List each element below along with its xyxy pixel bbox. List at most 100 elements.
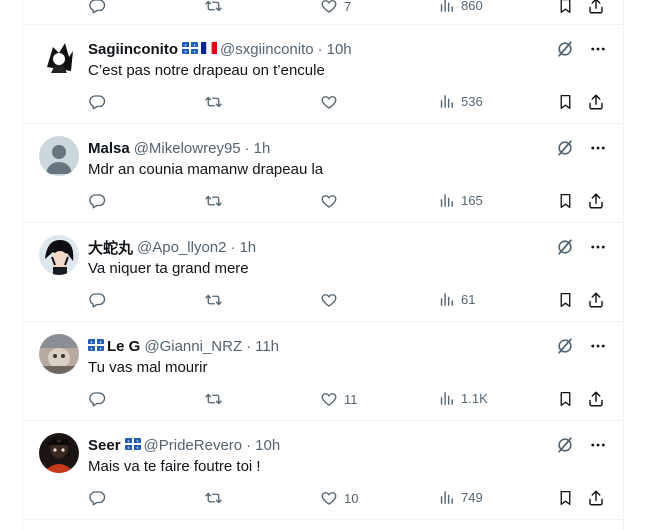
grok-icon[interactable] bbox=[555, 336, 575, 361]
display-name[interactable]: Le G bbox=[107, 338, 140, 355]
like-icon bbox=[320, 192, 338, 210]
views-icon bbox=[438, 93, 455, 110]
bookmark-icon bbox=[557, 291, 574, 309]
timestamp[interactable]: 11h bbox=[255, 338, 279, 355]
views-button[interactable]: 860 bbox=[438, 0, 483, 14]
bookmark-button[interactable] bbox=[557, 0, 574, 15]
quebec-flag-icon: ⚜ ⚜ ⚜ ⚜ bbox=[88, 338, 104, 355]
reply-item[interactable]: 大蛇丸 @Apo_llyon2 · 1h Va niquer ta grand … bbox=[23, 223, 623, 322]
retweet-button[interactable] bbox=[204, 93, 223, 111]
like-button[interactable]: 7 bbox=[320, 0, 351, 15]
display-name[interactable]: Sagiinconito bbox=[88, 41, 178, 58]
bookmark-button[interactable] bbox=[557, 489, 574, 507]
user-handle[interactable]: @PrideRevero bbox=[144, 437, 243, 454]
views-button[interactable]: 61 bbox=[438, 291, 475, 308]
grok-icon[interactable] bbox=[555, 138, 575, 163]
retweet-button[interactable] bbox=[204, 0, 223, 15]
user-handle[interactable]: @Gianni_NRZ bbox=[144, 338, 242, 355]
like-button[interactable] bbox=[320, 291, 344, 309]
reply-button[interactable] bbox=[88, 192, 106, 210]
share-button[interactable] bbox=[587, 93, 605, 111]
reply-icon bbox=[88, 93, 106, 111]
share-icon bbox=[587, 93, 605, 111]
replies-column: 7 860 Sagiinconito ⚜ ⚜ ⚜ ⚜ @sxgiinconito · … bbox=[22, 0, 624, 530]
avatar[interactable] bbox=[39, 334, 79, 374]
reply-text: C’est pas notre drapeau on t’encule bbox=[88, 62, 325, 79]
reply-item[interactable]: Sagiinconito ⚜ ⚜ ⚜ ⚜ @sxgiinconito · 10h C’… bbox=[23, 25, 623, 124]
more-icon[interactable] bbox=[589, 436, 607, 459]
grok-icon[interactable] bbox=[555, 39, 575, 64]
reply-item[interactable]: ⚜ ⚜ ⚜ ⚜ Le G @Gianni_NRZ · 11h Tu vas mal m… bbox=[23, 322, 623, 421]
partial-reply[interactable]: 7 860 bbox=[23, 0, 623, 25]
like-icon bbox=[320, 291, 338, 309]
views-button[interactable]: 749 bbox=[438, 489, 483, 506]
views-button[interactable]: 165 bbox=[438, 192, 483, 209]
more-icon[interactable] bbox=[589, 238, 607, 261]
svg-text:⚜: ⚜ bbox=[193, 50, 196, 54]
views-button[interactable]: 1.1K bbox=[438, 390, 488, 407]
share-button[interactable] bbox=[587, 291, 605, 309]
reply-button[interactable] bbox=[88, 291, 106, 309]
more-icon[interactable] bbox=[589, 337, 607, 360]
retweet-button[interactable] bbox=[204, 291, 223, 309]
top-icons bbox=[555, 336, 607, 361]
share-button[interactable] bbox=[587, 489, 605, 507]
action-bar: 165 bbox=[88, 192, 608, 212]
like-button[interactable]: 11 bbox=[320, 390, 358, 408]
views-icon bbox=[438, 291, 455, 308]
action-bar: 7 860 bbox=[88, 0, 608, 17]
reply-text: Va niquer ta grand mere bbox=[88, 260, 249, 277]
retweet-button[interactable] bbox=[204, 390, 223, 408]
like-button[interactable] bbox=[320, 93, 344, 111]
reply-button[interactable] bbox=[88, 0, 106, 15]
reply-button[interactable] bbox=[88, 489, 106, 507]
timestamp[interactable]: 1h bbox=[254, 140, 271, 157]
grok-icon[interactable] bbox=[555, 237, 575, 262]
reply-button[interactable] bbox=[88, 390, 106, 408]
reply-item[interactable]: Malsa @Mikelowrey95 · 1h Mdr an counia m… bbox=[23, 124, 623, 223]
timestamp[interactable]: 10h bbox=[255, 437, 280, 454]
reply-item[interactable]: Seer ⚜ ⚜ ⚜ ⚜ @PrideRevero · 10h Mais va te … bbox=[23, 421, 623, 520]
user-handle[interactable]: @Mikelowrey95 bbox=[134, 140, 241, 157]
bookmark-button[interactable] bbox=[557, 390, 574, 408]
svg-text:⚜: ⚜ bbox=[184, 43, 187, 47]
share-icon bbox=[587, 0, 605, 15]
more-icon[interactable] bbox=[589, 139, 607, 162]
views-count: 1.1K bbox=[461, 391, 488, 406]
views-icon bbox=[438, 0, 455, 14]
like-button[interactable] bbox=[320, 192, 344, 210]
display-name[interactable]: 大蛇丸 bbox=[88, 237, 133, 258]
user-handle[interactable]: @sxgiinconito bbox=[220, 41, 314, 58]
grok-icon[interactable] bbox=[555, 435, 575, 460]
share-button[interactable] bbox=[587, 0, 605, 15]
avatar[interactable] bbox=[39, 37, 79, 77]
bookmark-button[interactable] bbox=[557, 93, 574, 111]
display-name[interactable]: Seer bbox=[88, 437, 121, 454]
like-icon bbox=[320, 0, 338, 15]
action-bar: 10 749 bbox=[88, 489, 608, 509]
more-icon[interactable] bbox=[589, 40, 607, 63]
timestamp[interactable]: 1h bbox=[239, 239, 256, 256]
like-button[interactable]: 10 bbox=[320, 489, 358, 507]
like-count: 10 bbox=[344, 490, 359, 506]
bookmark-button[interactable] bbox=[557, 291, 574, 309]
share-button[interactable] bbox=[587, 390, 605, 408]
display-name[interactable]: Malsa bbox=[88, 140, 130, 157]
retweet-button[interactable] bbox=[204, 489, 223, 507]
views-icon bbox=[438, 192, 455, 209]
retweet-icon bbox=[204, 192, 223, 210]
reply-button[interactable] bbox=[88, 93, 106, 111]
svg-text:⚜: ⚜ bbox=[184, 50, 187, 54]
avatar[interactable] bbox=[39, 235, 79, 275]
views-button[interactable]: 536 bbox=[438, 93, 483, 110]
share-button[interactable] bbox=[587, 192, 605, 210]
retweet-button[interactable] bbox=[204, 192, 223, 210]
avatar[interactable] bbox=[39, 136, 79, 176]
timestamp[interactable]: 10h bbox=[327, 41, 352, 58]
avatar[interactable] bbox=[39, 433, 79, 473]
reply-text: Mdr an counia mamanw drapeau la bbox=[88, 161, 324, 178]
views-count: 860 bbox=[461, 0, 483, 13]
bookmark-button[interactable] bbox=[557, 192, 574, 210]
views-icon bbox=[438, 489, 455, 506]
user-handle[interactable]: @Apo_llyon2 bbox=[137, 239, 226, 256]
